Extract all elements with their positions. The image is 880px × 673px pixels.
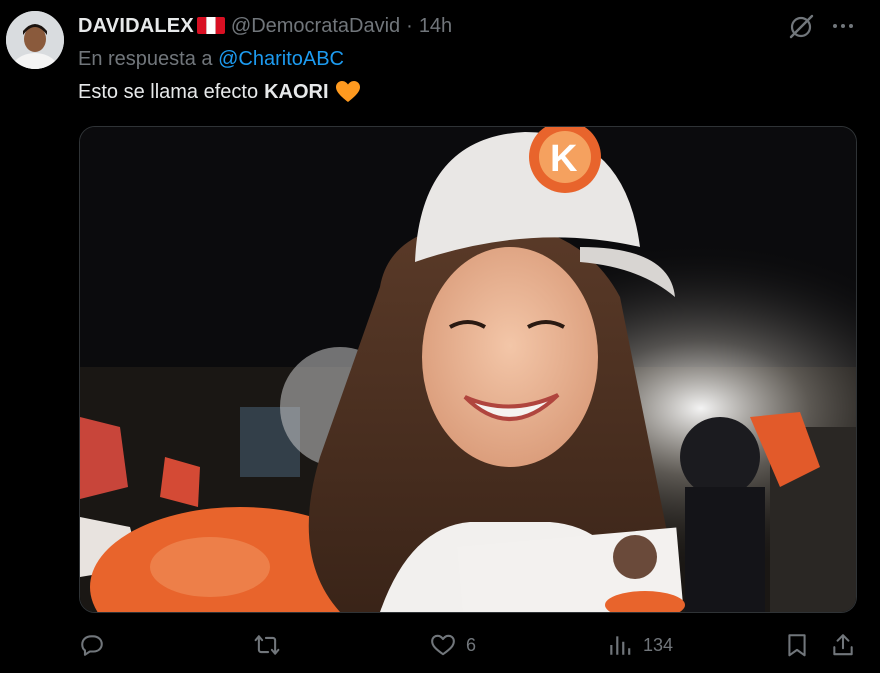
reply-button[interactable] — [79, 632, 115, 658]
orange-heart-icon — [335, 80, 361, 104]
like-count: 6 — [466, 634, 477, 655]
like-icon — [431, 634, 455, 656]
like-button[interactable]: 6 — [430, 632, 476, 658]
reply-icon — [81, 635, 103, 656]
separator-dot: · — [406, 14, 413, 37]
reply-prefix: En respuesta a — [78, 48, 213, 70]
tweet-bold-word: KAORI — [264, 80, 329, 103]
photo-image: K — [80, 127, 856, 612]
reply-context: En respuesta a @CharitoABC — [78, 48, 344, 71]
views-count: 134 — [643, 634, 674, 655]
peru-flag-icon — [196, 16, 225, 34]
retweet-button[interactable] — [254, 632, 290, 658]
avatar-image — [6, 11, 64, 69]
share-icon — [833, 634, 853, 656]
avatar[interactable] — [6, 11, 64, 69]
share-button[interactable] — [830, 632, 856, 658]
more-icon[interactable] — [832, 21, 854, 31]
svg-text:K: K — [550, 138, 578, 180]
grok-icon[interactable] — [787, 13, 815, 41]
views-icon — [610, 636, 631, 655]
tweet-timestamp[interactable]: 14h — [419, 15, 452, 38]
views-button[interactable]: 134 — [607, 632, 673, 658]
author-name[interactable]: DAVIDALEX — [78, 15, 194, 38]
reply-mention-link[interactable]: @CharitoABC — [218, 48, 344, 70]
author-handle[interactable]: @DemocrataDavid — [231, 15, 400, 38]
tweet-media-photo[interactable]: K — [79, 126, 857, 613]
tweet-header: DAVIDALEX @DemocrataDavid · 14h — [78, 12, 452, 40]
retweet-icon — [254, 635, 280, 655]
tweet-text: Esto se llama efecto KAORI — [78, 80, 361, 104]
bookmark-button[interactable] — [784, 632, 810, 658]
bookmark-icon — [788, 634, 806, 657]
tweet-actions: 6 134 — [0, 626, 880, 666]
tweet-body: Esto se llama efecto — [78, 80, 259, 103]
